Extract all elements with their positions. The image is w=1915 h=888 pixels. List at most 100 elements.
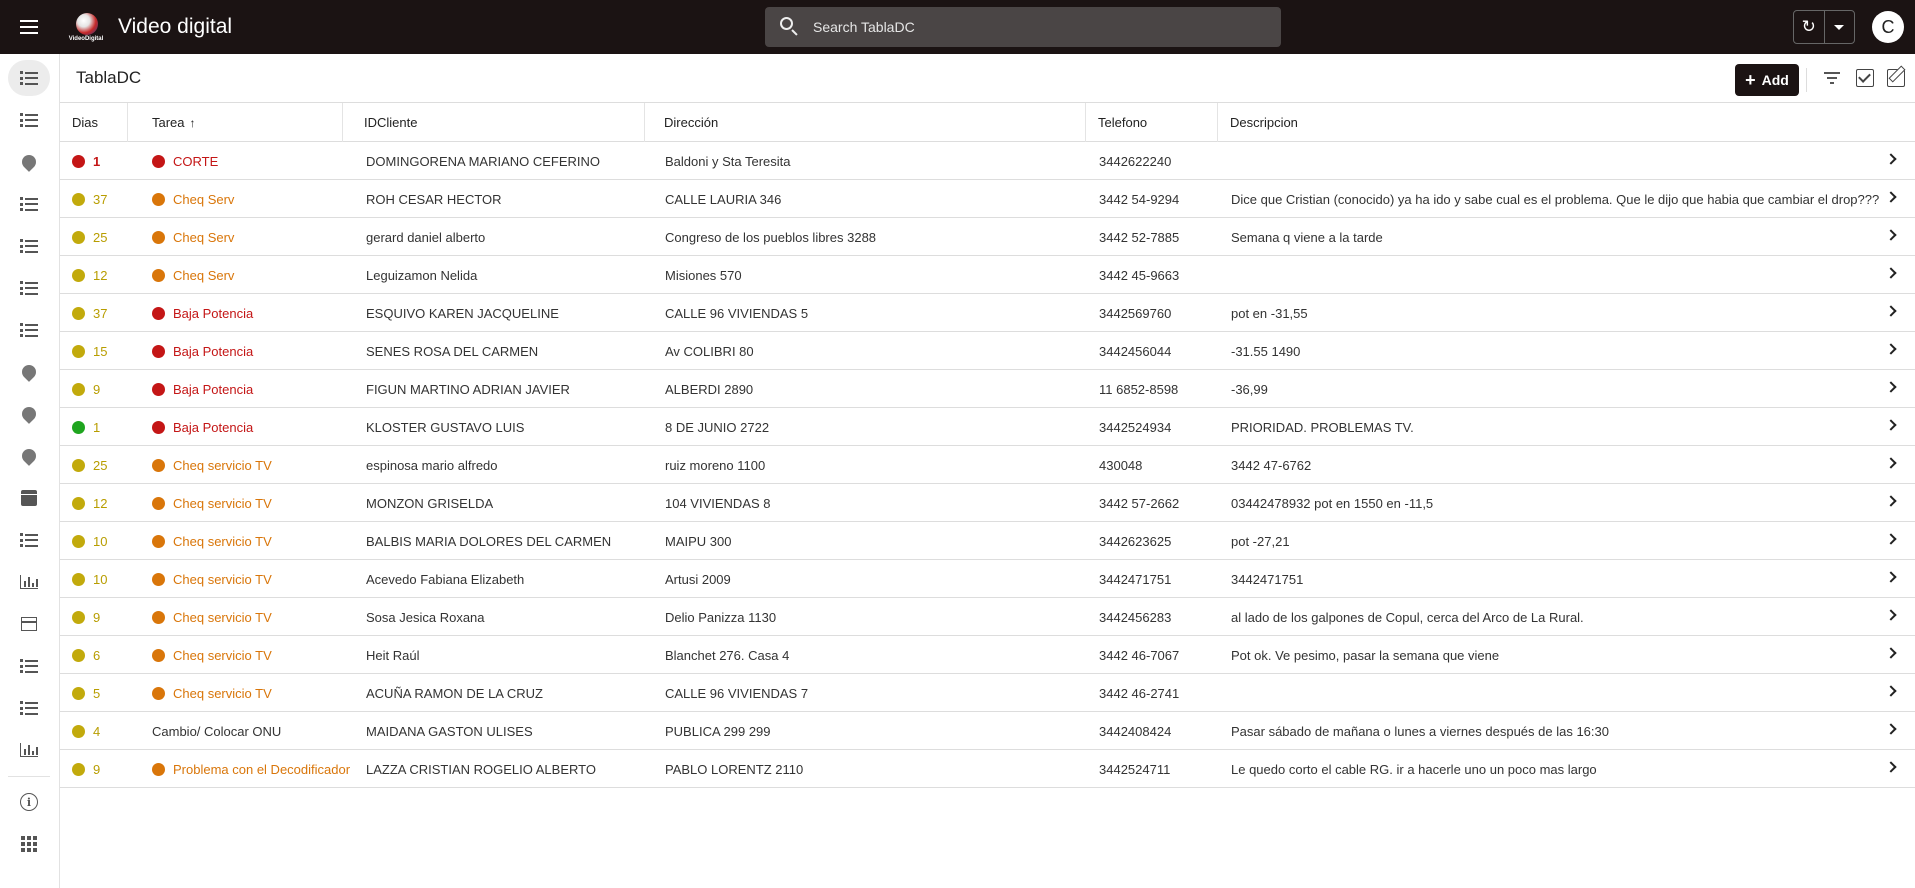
filter-icon[interactable] <box>1824 71 1840 85</box>
list-icon[interactable] <box>8 690 50 726</box>
cell-cliente: SENES ROSA DEL CARMEN <box>354 332 652 370</box>
cell-telefono: 3442 46-7067 <box>1087 636 1218 674</box>
chevron-right-icon[interactable] <box>1885 267 1897 279</box>
cell-direccion: CALLE LAURIA 346 <box>653 180 1086 218</box>
chevron-right-icon[interactable] <box>1885 419 1897 431</box>
location-pin-icon[interactable] <box>8 354 50 390</box>
info-icon[interactable]: i <box>8 784 50 820</box>
cell-dias: 1 <box>60 142 140 180</box>
chevron-right-icon[interactable] <box>1885 647 1897 659</box>
chevron-right-icon[interactable] <box>1885 229 1897 241</box>
table-row[interactable]: 37 Cheq Serv ROH CESAR HECTOR CALLE LAURIA … <box>60 180 1915 218</box>
chevron-right-icon[interactable] <box>1885 685 1897 697</box>
cell-telefono: 3442622240 <box>1087 142 1218 180</box>
table-row[interactable]: 10 Cheq servicio TV Acevedo Fabiana Elizab… <box>60 560 1915 598</box>
table-row[interactable]: 25 Cheq servicio TV espinosa mario alfredo… <box>60 446 1915 484</box>
add-button[interactable]: + Add <box>1735 64 1799 96</box>
column-header-direccion[interactable]: Dirección <box>652 103 1086 142</box>
chevron-right-icon[interactable] <box>1885 305 1897 317</box>
column-label: Descripcion <box>1230 115 1298 130</box>
column-header-dias[interactable]: Dias <box>60 103 128 142</box>
archive-icon[interactable] <box>8 606 50 642</box>
table-row[interactable]: 1 CORTE DOMINGORENA MARIANO CEFERINO Baldon… <box>60 142 1915 180</box>
location-pin-icon[interactable] <box>8 144 50 180</box>
cell-tarea: Cheq servicio TV <box>140 636 353 674</box>
table-row[interactable]: 12 Cheq servicio TV MONZON GRISELDA 104 VIV… <box>60 484 1915 522</box>
list-icon[interactable] <box>8 102 50 138</box>
cell-text: Leguizamon Nelida <box>366 267 478 283</box>
table-row[interactable]: 10 Cheq servicio TV BALBIS MARIA DOLORES D… <box>60 522 1915 560</box>
cell-direccion: Artusi 2009 <box>653 560 1086 598</box>
chevron-right-icon[interactable] <box>1885 571 1897 583</box>
cell-text: CALLE 96 VIVIENDAS 7 <box>665 685 809 701</box>
search-box[interactable] <box>765 7 1281 47</box>
cell-text: 104 VIVIENDAS 8 <box>665 495 771 511</box>
list-icon[interactable] <box>8 60 50 96</box>
chevron-right-icon[interactable] <box>1885 533 1897 545</box>
calendar-icon[interactable] <box>8 480 50 516</box>
column-header-descripcion[interactable]: Descripcion <box>1218 103 1915 142</box>
table-row[interactable]: 12 Cheq Serv Leguizamon Nelida Misiones 570… <box>60 256 1915 294</box>
cell-text: 3442456283 <box>1099 609 1172 625</box>
table-row[interactable]: 4 Cambio/ Colocar ONU MAIDANA GASTON ULISE… <box>60 712 1915 750</box>
chevron-right-icon[interactable] <box>1885 495 1897 507</box>
cell-dias: 9 <box>60 370 140 408</box>
cell-text: 25 <box>93 229 108 245</box>
cell-text: Sosa Jesica Roxana <box>366 609 485 625</box>
table-row[interactable]: 25 Cheq Serv gerard daniel alberto Congreso… <box>60 218 1915 256</box>
table-row[interactable]: 9 Cheq servicio TV Sosa Jesica Roxana Delio… <box>60 598 1915 636</box>
table-row[interactable]: 9 Problema con el Decodificador LAZZA CRIS… <box>60 750 1915 788</box>
status-dot <box>152 382 165 396</box>
column-header-telefono[interactable]: Telefono <box>1086 103 1218 142</box>
cell-text: 3442 57-2662 <box>1099 495 1180 511</box>
avatar[interactable]: C <box>1872 11 1904 43</box>
chevron-right-icon[interactable] <box>1885 153 1897 165</box>
cell-text: MAIPU 300 <box>665 533 732 549</box>
list-icon[interactable] <box>8 522 50 558</box>
table-row[interactable]: 9 Baja Potencia FIGUN MARTINO ADRIAN JAVIE… <box>60 370 1915 408</box>
list-icon[interactable] <box>8 186 50 222</box>
apps-grid-icon[interactable] <box>8 826 50 862</box>
cell-text: 3442569760 <box>1099 305 1172 321</box>
column-header-tarea[interactable]: Tarea ↑ <box>140 103 343 142</box>
list-icon[interactable] <box>8 228 50 264</box>
cell-text: 9 <box>93 609 101 625</box>
bar-chart-icon[interactable] <box>8 732 50 768</box>
bar-chart-icon[interactable] <box>8 564 50 600</box>
cell-text: Cheq Serv <box>173 191 235 207</box>
chevron-right-icon[interactable] <box>1885 723 1897 735</box>
cell-text: Le quedo corto el cable RG. ir a hacerle… <box>1231 761 1597 777</box>
location-pin-icon[interactable] <box>8 396 50 432</box>
cell-dias: 1 <box>60 408 140 446</box>
chevron-right-icon[interactable] <box>1885 761 1897 773</box>
column-header-idcliente[interactable]: IDCliente <box>352 103 645 142</box>
menu-icon[interactable] <box>0 0 58 54</box>
location-pin-icon[interactable] <box>8 438 50 474</box>
chevron-right-icon[interactable] <box>1885 381 1897 393</box>
cell-cliente: Heit Raúl <box>354 636 652 674</box>
cell-descripcion: Pasar sábado de mañana o lunes a viernes… <box>1219 712 1879 750</box>
cell-text: Delio Panizza 1130 <box>665 609 777 625</box>
chevron-right-icon[interactable] <box>1885 457 1897 469</box>
cell-text: BALBIS MARIA DOLORES DEL CARMEN <box>366 533 612 549</box>
search-input[interactable] <box>813 19 1253 35</box>
select-checkbox-icon[interactable] <box>1856 69 1874 87</box>
table-row[interactable]: 1 Baja Potencia KLOSTER GUSTAVO LUIS 8 DE J… <box>60 408 1915 446</box>
list-icon[interactable] <box>8 648 50 684</box>
table-row[interactable]: 5 Cheq servicio TV ACUÑA RAMON DE LA CRUZ C… <box>60 674 1915 712</box>
edit-icon[interactable] <box>1887 69 1905 87</box>
cell-direccion: Misiones 570 <box>653 256 1086 294</box>
table-row[interactable]: 37 Baja Potencia ESQUIVO KAREN JACQUELINE C… <box>60 294 1915 332</box>
table-row[interactable]: 6 Cheq servicio TV Heit Raúl Blanchet 276. … <box>60 636 1915 674</box>
chevron-right-icon[interactable] <box>1885 609 1897 621</box>
cell-descripcion: pot en -31,55 <box>1219 294 1879 332</box>
chevron-right-icon[interactable] <box>1885 343 1897 355</box>
list-icon[interactable] <box>8 270 50 306</box>
chevron-right-icon[interactable] <box>1885 191 1897 203</box>
table-row[interactable]: 15 Baja Potencia SENES ROSA DEL CARMEN Av C… <box>60 332 1915 370</box>
status-dot <box>72 496 85 510</box>
sync-icon[interactable]: ↻ <box>1794 11 1825 43</box>
cell-descripcion: PRIORIDAD. PROBLEMAS TV. <box>1219 408 1879 446</box>
chevron-down-icon[interactable] <box>1825 11 1855 43</box>
list-icon[interactable] <box>8 312 50 348</box>
